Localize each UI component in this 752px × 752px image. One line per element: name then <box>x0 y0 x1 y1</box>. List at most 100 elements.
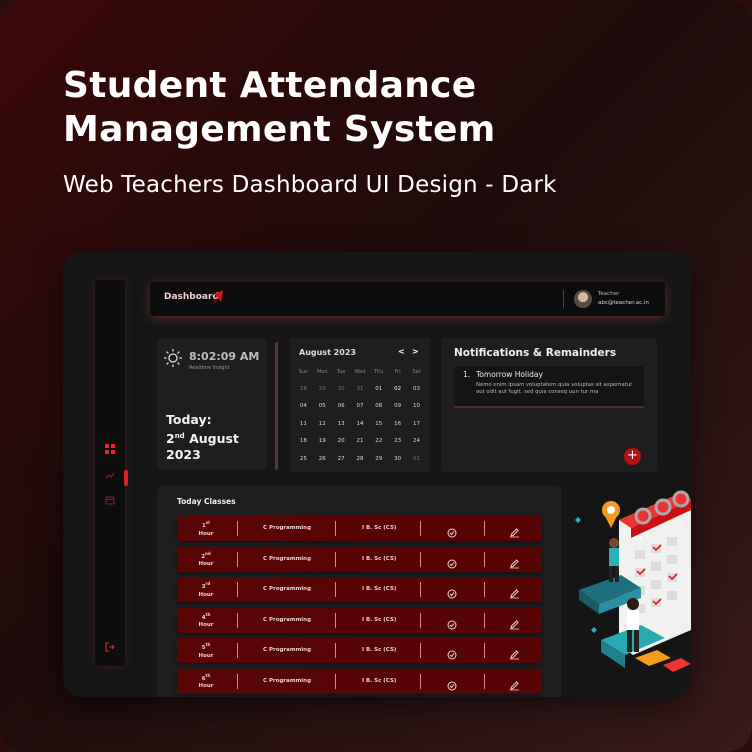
check-circle-icon[interactable] <box>447 645 457 664</box>
today-month: August <box>189 431 239 447</box>
class-row-separator <box>420 582 421 597</box>
class-row-separator <box>484 643 485 658</box>
class-row-separator <box>420 551 421 567</box>
topbar-divider <box>563 290 564 308</box>
calendar-day[interactable]: 15 <box>369 421 388 427</box>
calendar-prev-button[interactable]: < <box>398 347 405 356</box>
calendar-day[interactable]: 10 <box>407 403 426 409</box>
class-hour: 3rd Hour <box>193 580 219 599</box>
class-row-separator <box>237 582 238 597</box>
calendar-day[interactable]: 09 <box>388 403 407 409</box>
class-hour-suffix: th <box>205 672 211 678</box>
calendar-week-row: 25 26 27 28 29 30 01 <box>294 450 426 467</box>
class-hour-label: Hour <box>198 561 214 568</box>
calendar-day[interactable]: 27 <box>332 456 351 462</box>
calendar-day[interactable]: 22 <box>369 438 388 444</box>
edit-icon[interactable] <box>509 523 520 542</box>
weekday-label: Tue <box>336 368 346 375</box>
edit-icon[interactable] <box>509 584 520 603</box>
calendar-day[interactable]: 01 <box>369 386 388 392</box>
calendar-icon[interactable] <box>103 493 117 507</box>
calendar-day[interactable]: 04 <box>294 403 313 409</box>
calendar-day[interactable]: 07 <box>351 403 370 409</box>
class-hour-label: Hour <box>198 591 214 598</box>
notification-item[interactable]: 1. Tomorrow Holiday Nemo enim ipsam volu… <box>454 366 644 408</box>
today-date: Today: 2nd August 2023 <box>166 412 239 463</box>
headline-title-line1: Student Attendance <box>63 65 477 106</box>
class-row[interactable]: 6th Hour C Programming I B. Sc (CS) <box>177 668 542 695</box>
class-row-separator <box>420 643 421 658</box>
class-row-separator <box>420 521 421 536</box>
check-circle-icon[interactable] <box>447 584 457 603</box>
class-row-separator <box>237 643 238 658</box>
calendar-day[interactable]: 19 <box>313 438 332 444</box>
user-role: Teacher <box>598 291 620 297</box>
class-row-separator <box>484 582 485 597</box>
class-row[interactable]: 3rd Hour C Programming I B. Sc (CS) <box>177 577 542 602</box>
promo-card: Student Attendance Management System Web… <box>0 0 752 752</box>
check-circle-icon[interactable] <box>447 615 457 634</box>
calendar-day[interactable]: 30 <box>332 386 351 392</box>
calendar-day[interactable]: 28 <box>294 386 313 392</box>
class-section: I B. Sc (CS) <box>362 555 397 562</box>
calendar-day[interactable]: 11 <box>294 421 313 427</box>
calendar-day[interactable]: 06 <box>332 403 351 409</box>
calendar-day[interactable]: 24 <box>407 438 426 444</box>
avatar[interactable] <box>574 290 592 308</box>
class-section: I B. Sc (CS) <box>362 525 397 531</box>
class-row-separator <box>484 673 485 689</box>
class-row[interactable]: 5th Hour C Programming I B. Sc (CS) <box>177 638 542 663</box>
calendar-next-button[interactable]: > <box>412 347 419 356</box>
calendar-day[interactable]: 31 <box>351 386 370 392</box>
check-circle-icon[interactable] <box>447 676 457 695</box>
calendar-day[interactable]: 14 <box>351 421 370 427</box>
calendar-day[interactable]: 01 <box>407 456 426 462</box>
topbar: Dashboard Teacher abc@teacher.ac.in <box>150 282 665 316</box>
class-section: I B. Sc (CS) <box>362 616 397 623</box>
calendar-day[interactable]: 26 <box>313 456 332 462</box>
calendar-day[interactable]: 05 <box>313 403 332 409</box>
class-hour-suffix: nd <box>205 550 211 556</box>
calendar-day[interactable]: 12 <box>313 421 332 427</box>
edit-icon[interactable] <box>509 554 520 573</box>
edit-icon[interactable] <box>509 676 520 695</box>
calendar-day[interactable]: 28 <box>351 456 370 462</box>
add-notification-button[interactable]: + <box>624 448 641 465</box>
chart-icon[interactable] <box>103 468 117 482</box>
notification-body: Nemo enim ipsam voluptatem quia voluptas… <box>476 382 633 395</box>
calendar-day[interactable]: 23 <box>388 438 407 444</box>
calendar-day[interactable]: 29 <box>369 456 388 462</box>
calendar-day[interactable]: 16 <box>388 421 407 427</box>
class-row[interactable]: 4th Hour C Programming I B. Sc (CS) <box>177 607 542 634</box>
class-row-separator <box>484 521 485 536</box>
calendar-day[interactable]: 29 <box>313 386 332 392</box>
class-row-separator <box>335 521 336 536</box>
class-row-separator <box>237 612 238 628</box>
class-row[interactable]: 2nd Hour C Programming I B. Sc (CS) <box>177 546 542 573</box>
calendar-day[interactable]: 08 <box>369 403 388 409</box>
grid-icon[interactable] <box>103 442 117 456</box>
logout-icon[interactable] <box>103 640 117 654</box>
check-circle-icon[interactable] <box>447 554 457 573</box>
edit-icon[interactable] <box>509 615 520 634</box>
calendar-day[interactable]: 30 <box>388 456 407 462</box>
calendar-day[interactable]: 25 <box>294 456 313 462</box>
calendar-day[interactable]: 18 <box>294 438 313 444</box>
class-subject: C Programming <box>263 616 312 623</box>
calendar-day[interactable]: 03 <box>407 386 426 392</box>
edit-icon[interactable] <box>509 645 520 664</box>
check-circle-icon[interactable] <box>447 523 457 542</box>
sidebar-active-indicator <box>124 470 128 486</box>
calendar-day[interactable]: 13 <box>332 421 351 427</box>
class-section: I B. Sc (CS) <box>362 647 397 653</box>
calendar-day[interactable]: 21 <box>351 438 370 444</box>
class-row[interactable]: 1st Hour C Programming I B. Sc (CS) <box>177 516 542 541</box>
calendar-week-row: 18 19 20 21 22 23 24 <box>294 433 426 450</box>
calendar-day-selected[interactable]: 02 <box>388 382 407 396</box>
class-row-separator <box>335 551 336 567</box>
clock-time: 8:02:09 AM <box>189 350 260 363</box>
today-day-suffix: nd <box>174 432 185 440</box>
calendar-day[interactable]: 17 <box>407 421 426 427</box>
class-section: I B. Sc (CS) <box>362 586 397 592</box>
calendar-day[interactable]: 20 <box>332 438 351 444</box>
